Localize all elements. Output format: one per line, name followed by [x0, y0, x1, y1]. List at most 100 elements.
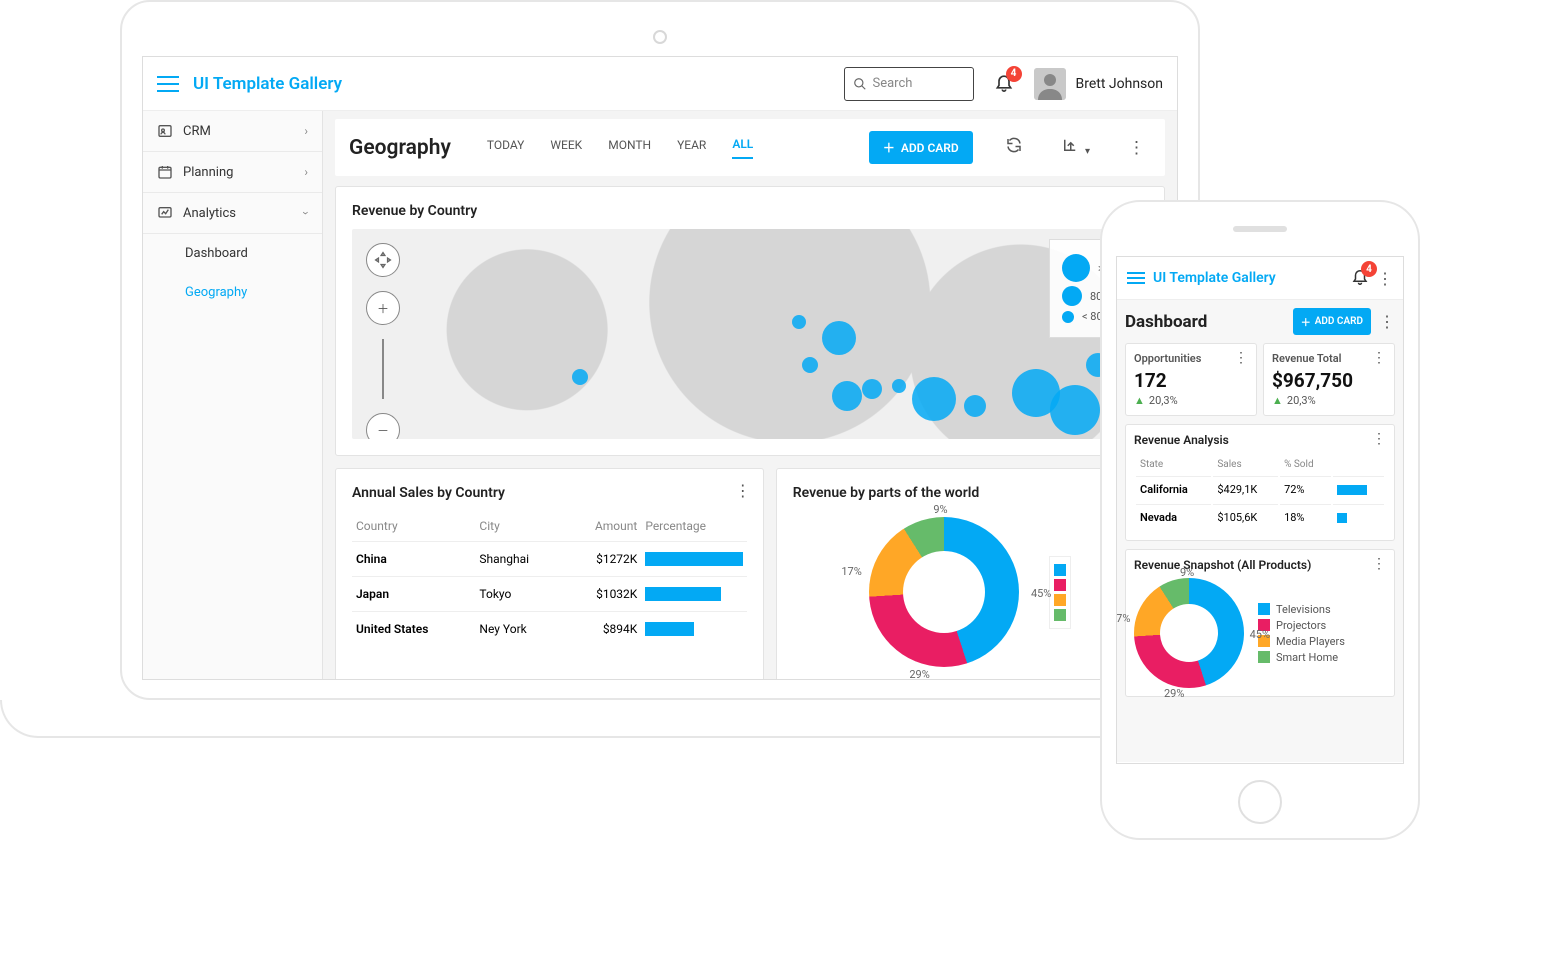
- dots-vertical-icon[interactable]: ⋮: [1377, 269, 1393, 288]
- phone-home-button[interactable]: [1238, 780, 1282, 824]
- laptop-camera: [653, 30, 667, 44]
- legend-label: Projectors: [1276, 619, 1326, 632]
- laptop-screen: UI Template Gallery Search 4 Brett Johns…: [142, 56, 1178, 680]
- map-bubble[interactable]: [964, 395, 986, 417]
- phone-page-title: Dashboard: [1125, 312, 1285, 332]
- col-city: City: [475, 511, 564, 542]
- world-map[interactable]: ＋ －: [352, 229, 1148, 439]
- range-all[interactable]: ALL: [732, 137, 753, 159]
- card-title: Revenue Snapshot (All Products): [1134, 558, 1386, 572]
- card-more-button[interactable]: ⋮: [1372, 556, 1386, 572]
- menu-icon[interactable]: [157, 76, 179, 92]
- sync-icon: [1005, 136, 1023, 154]
- export-button[interactable]: ▾: [1055, 136, 1096, 159]
- kpi-value: $967,750: [1272, 369, 1386, 392]
- app-body: CRM › Planning › Analytics › Dashboa: [143, 111, 1177, 679]
- kpi-revenue-total[interactable]: ⋮ Revenue Total $967,750 ▲20,3%: [1263, 343, 1395, 416]
- cell-country: United States: [352, 612, 475, 647]
- zoom-in-button[interactable]: ＋: [366, 291, 400, 325]
- cell-city: Shanghai: [475, 542, 564, 577]
- phone-screen: UI Template Gallery 4 ⋮ Dashboard ＋ ADD …: [1116, 256, 1404, 764]
- card-more-button[interactable]: ⋮: [1372, 350, 1386, 366]
- map-bubble[interactable]: [802, 357, 818, 373]
- phone-speaker: [1233, 226, 1287, 232]
- sidebar-label-crm: CRM: [183, 124, 211, 139]
- sidebar-label-dashboard: Dashboard: [185, 246, 248, 261]
- legend-label: Media Players: [1276, 635, 1345, 648]
- donut-label: 45%: [1031, 587, 1051, 600]
- table-row[interactable]: California $429,1K 72%: [1136, 476, 1384, 502]
- calendar-icon: [157, 164, 173, 180]
- add-card-button[interactable]: ＋ ADD CARD: [869, 131, 973, 164]
- cell-city: Tokyo: [475, 577, 564, 612]
- notification-badge: 4: [1006, 66, 1022, 82]
- donut-label: 17%: [1117, 612, 1130, 625]
- notifications-button[interactable]: 4: [1351, 267, 1369, 289]
- map-bubble[interactable]: [892, 379, 906, 393]
- cell-bar: [1333, 504, 1384, 530]
- map-bubble[interactable]: [832, 381, 862, 411]
- donut-chart[interactable]: 45% 29% 17% 9%: [869, 517, 1019, 667]
- phone-app-title[interactable]: UI Template Gallery: [1153, 270, 1276, 286]
- donut-chart[interactable]: 45% 29% 17% 9%: [1134, 578, 1244, 688]
- sidebar-item-dashboard[interactable]: Dashboard: [143, 234, 322, 273]
- card-revenue-by-country: Revenue by Country ＋ －: [335, 186, 1165, 456]
- dots-vertical-icon[interactable]: ⋮: [1379, 312, 1395, 331]
- card-title: Revenue by parts of the world: [793, 485, 1148, 501]
- pan-control[interactable]: [366, 243, 400, 277]
- table-row[interactable]: China Shanghai $1272K: [352, 542, 747, 577]
- sidebar-label-analytics: Analytics: [183, 206, 236, 221]
- sidebar-item-planning[interactable]: Planning ›: [143, 152, 322, 193]
- map-bubble[interactable]: [792, 315, 806, 329]
- search-placeholder: Search: [873, 76, 913, 91]
- zoom-track[interactable]: [382, 339, 384, 399]
- sidebar-item-analytics[interactable]: Analytics ›: [143, 193, 322, 234]
- app-title[interactable]: UI Template Gallery: [193, 74, 342, 94]
- sidebar-item-geography[interactable]: Geography: [143, 273, 322, 312]
- map-bubble[interactable]: [862, 379, 882, 399]
- menu-icon[interactable]: [1127, 272, 1145, 284]
- map-bubble[interactable]: [1050, 385, 1100, 435]
- user-name[interactable]: Brett Johnson: [1076, 76, 1164, 92]
- chevron-right-icon: ›: [304, 165, 308, 179]
- range-month[interactable]: MONTH: [608, 138, 651, 158]
- map-bubble[interactable]: [572, 369, 588, 385]
- kpi-title: Opportunities: [1134, 352, 1248, 365]
- avatar[interactable]: [1034, 68, 1066, 100]
- col-country: Country: [352, 511, 475, 542]
- donut-label: 29%: [909, 668, 929, 679]
- donut-label: 9%: [1180, 566, 1194, 579]
- app-header: UI Template Gallery Search 4 Brett Johns…: [143, 57, 1177, 111]
- export-icon: [1061, 136, 1079, 154]
- kpi-opportunities[interactable]: ⋮ Opportunities 172 ▲20,3%: [1125, 343, 1257, 416]
- card-revenue-snapshot: ⋮ Revenue Snapshot (All Products) 45% 29…: [1125, 549, 1395, 697]
- add-card-button[interactable]: ＋ ADD CARD: [1293, 308, 1371, 335]
- more-button[interactable]: ⋮: [1122, 138, 1151, 158]
- card-more-button[interactable]: ⋮: [1234, 350, 1248, 366]
- refresh-button[interactable]: [999, 136, 1029, 159]
- table-row[interactable]: United States Ney York $894K: [352, 612, 747, 647]
- card-title: Revenue Analysis: [1134, 433, 1386, 447]
- search-input[interactable]: Search: [844, 67, 974, 101]
- sidebar-item-crm[interactable]: CRM ›: [143, 111, 322, 152]
- map-bubble[interactable]: [822, 321, 856, 355]
- range-week[interactable]: WEEK: [550, 138, 582, 158]
- range-today[interactable]: TODAY: [487, 138, 525, 158]
- card-title: Revenue by Country: [352, 203, 1148, 219]
- table-row[interactable]: Nevada $105,6K 18%: [1136, 504, 1384, 530]
- card-more-button[interactable]: ⋮: [735, 481, 751, 500]
- plus-icon: ＋: [1301, 314, 1311, 329]
- table-row[interactable]: Japan Tokyo $1032K: [352, 577, 747, 612]
- phone-app-header: UI Template Gallery 4 ⋮: [1117, 257, 1403, 300]
- range-year[interactable]: YEAR: [677, 138, 706, 158]
- notifications-button[interactable]: 4: [994, 72, 1014, 96]
- cell-country: China: [352, 542, 475, 577]
- card-more-button[interactable]: ⋮: [1372, 431, 1386, 447]
- map-bubble[interactable]: [912, 377, 956, 421]
- add-card-label: ADD CARD: [901, 141, 959, 155]
- legend-label: Smart Home: [1276, 651, 1338, 664]
- col-pct: Percentage: [641, 511, 746, 542]
- zoom-out-button[interactable]: －: [366, 413, 400, 439]
- card-revenue-analysis: ⋮ Revenue Analysis State Sales % Sold Ca…: [1125, 424, 1395, 541]
- cell-amount: $894K: [564, 612, 641, 647]
